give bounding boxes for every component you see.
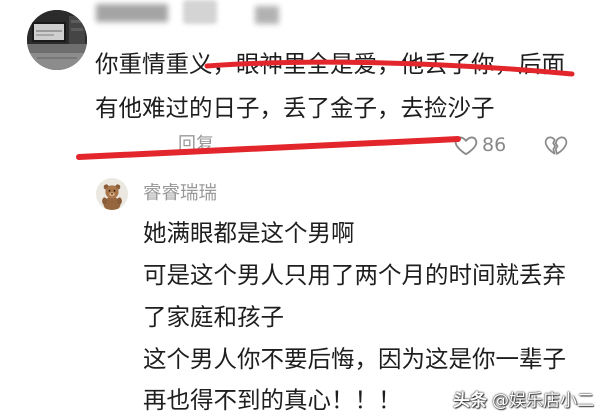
heart-outline-icon: [454, 136, 478, 156]
dislike-button[interactable]: [542, 131, 570, 159]
reply-text-line: 她满眼都是这个男啊: [143, 219, 355, 247]
comment-avatar[interactable]: [27, 10, 87, 70]
reply-button[interactable]: 回复: [178, 133, 214, 157]
reply-avatar[interactable]: [96, 178, 128, 210]
username-blur-mask: [183, 0, 217, 24]
comment-text-line: 有他难过的日子，丢了金子，去捡沙子: [95, 94, 495, 122]
like-button[interactable]: 86: [453, 131, 506, 159]
reply-text-line: 这个男人你不要后悔，因为这是你一辈子: [143, 345, 566, 373]
watermark: 头条 @娱乐店小二: [453, 390, 594, 412]
reply-username[interactable]: 睿睿瑞瑞: [143, 182, 217, 206]
red-underline-stroke: [76, 136, 461, 160]
comment-thread: 你重情重义，眼神里全是爱，他丢了你，后面 有他难过的日子，丢了金子，去捡沙子 回…: [0, 0, 600, 419]
user-avatar-photo: [27, 10, 87, 70]
teddy-bear-avatar: [96, 178, 128, 210]
watermark-platform: 头条: [453, 391, 487, 411]
username-blur-mask: [96, 4, 168, 22]
comment-text-line: 你重情重义，眼神里全是爱，他丢了你，后面: [95, 50, 565, 78]
reply-text-line: 可是这个男人只用了两个月的时间就丢弃: [143, 261, 566, 289]
reply-text-line: 了家庭和孩子: [143, 303, 284, 331]
reply-text-line: 再也得不到的真心！！！: [143, 386, 402, 414]
watermark-handle: @娱乐店小二: [492, 391, 594, 411]
broken-heart-icon: [544, 136, 568, 155]
username-blur-mask: [255, 6, 279, 24]
like-count: 86: [482, 134, 507, 156]
